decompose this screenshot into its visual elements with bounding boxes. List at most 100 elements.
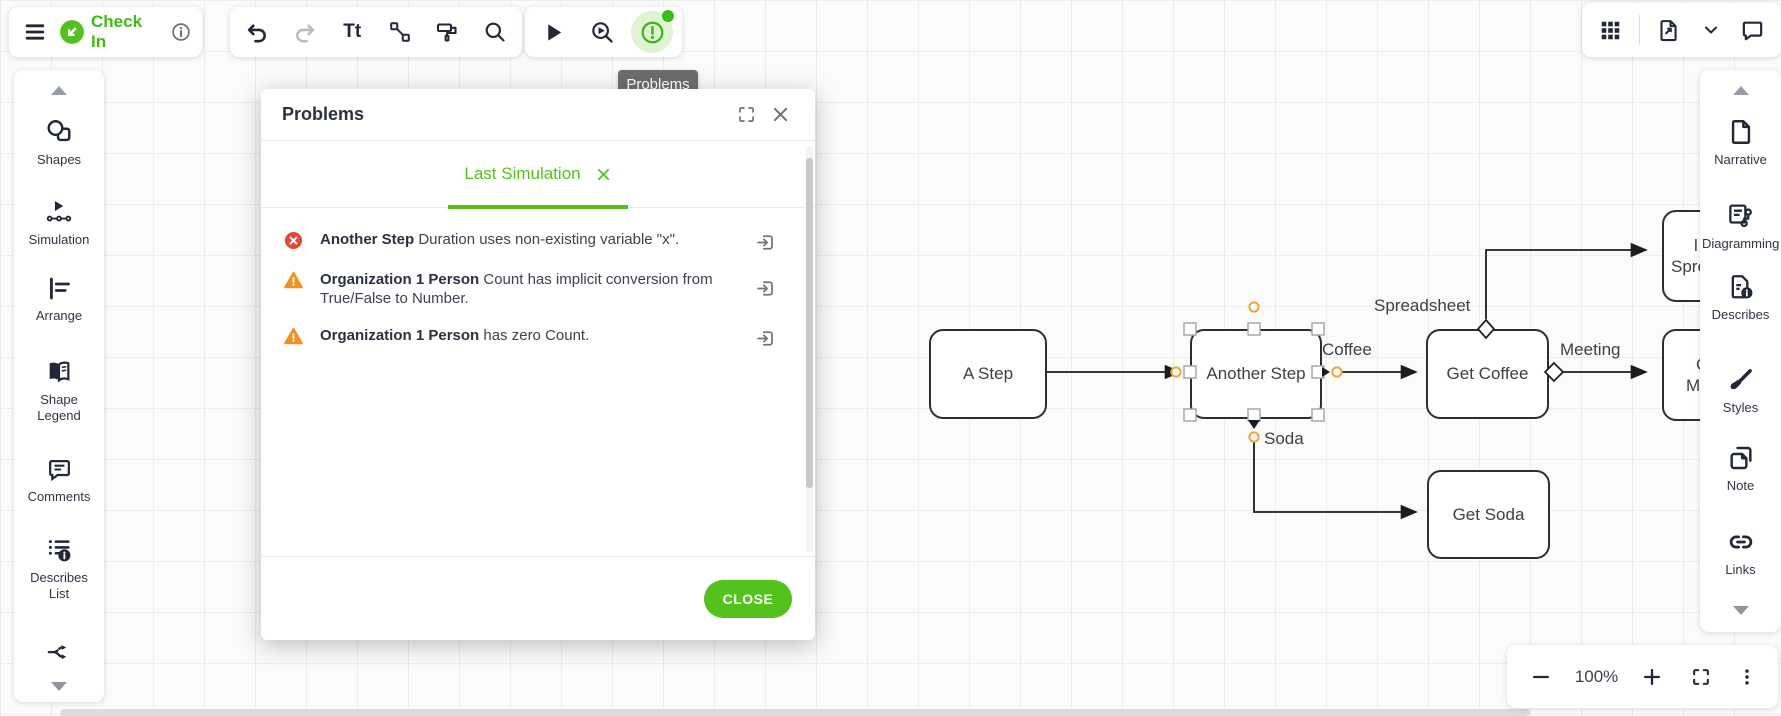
- sidebar-item-label: Arrange: [36, 308, 82, 324]
- problems-list: Another Step Duration uses non-existing …: [261, 208, 815, 556]
- sidebar-item-label: Shapes: [37, 152, 81, 168]
- zoom-in-button[interactable]: [1637, 657, 1667, 697]
- document-export-button[interactable]: [1652, 10, 1686, 50]
- problem-text: Organization 1 Person has zero Count.: [320, 326, 736, 345]
- sidebar-item-note[interactable]: Note: [1700, 444, 1781, 494]
- shape-legend-icon: [45, 358, 73, 386]
- comments-icon: [46, 456, 73, 483]
- main-menu-button[interactable]: [15, 12, 55, 52]
- dialog-scrollbar[interactable]: [806, 146, 813, 552]
- go-to-problem-button[interactable]: [753, 326, 777, 350]
- dialog-close-icon[interactable]: [763, 98, 797, 132]
- sidebar-item-label: Describes: [1712, 307, 1770, 323]
- sidebar-item-label: Diagramming: [1700, 236, 1781, 252]
- sidebar-scroll-up[interactable]: [14, 86, 104, 95]
- sidebar-item-label: Narrative: [1714, 152, 1767, 168]
- sidebar-item-narrative[interactable]: Narrative: [1700, 118, 1781, 168]
- sidebar-item-styles[interactable]: Styles: [1700, 366, 1781, 416]
- sidebar-item-label: Simulation: [29, 232, 90, 248]
- close-button[interactable]: CLOSE: [704, 580, 792, 618]
- review-simulation-button[interactable]: [583, 12, 623, 52]
- dialog-tab-bar: Last Simulation: [261, 141, 815, 208]
- sidebar-scroll-down[interactable]: [1700, 606, 1781, 615]
- search-button[interactable]: [475, 12, 515, 52]
- problems-dialog: Problems Last Simulation Another Step Du…: [261, 89, 815, 640]
- dialog-expand-button[interactable]: [729, 98, 763, 132]
- tab-last-simulation[interactable]: Last Simulation: [464, 141, 611, 207]
- dialog-header: Problems: [261, 89, 815, 141]
- sidebar-item-label: Describes List: [27, 570, 91, 602]
- flow-branch-icon: [46, 638, 73, 665]
- sidebar-item-label: Note: [1727, 478, 1754, 494]
- warning-icon: [284, 327, 303, 346]
- info-icon[interactable]: [166, 12, 196, 52]
- text-tool-button[interactable]: Tt: [332, 12, 372, 52]
- links-icon: [1727, 528, 1755, 556]
- sidebar-item-arrange[interactable]: Arrange: [14, 275, 104, 324]
- sidebar-item-label: Links: [1725, 562, 1755, 578]
- shapes-icon: [45, 118, 73, 146]
- arrange-icon: [46, 275, 73, 302]
- warning-icon: [284, 271, 303, 290]
- problem-text: Another Step Duration uses non-existing …: [320, 230, 736, 249]
- left-sidebar: Shapes Simulation Arrange Shape Legend C…: [14, 70, 104, 702]
- sidebar-item-label: Comments: [28, 489, 91, 505]
- toolbar-edit: Tt: [230, 7, 522, 57]
- sidebar-item-describes-list[interactable]: Describes List: [14, 536, 104, 602]
- sidebar-scroll-down[interactable]: [14, 682, 104, 691]
- sidebar-item-shapes[interactable]: Shapes: [14, 118, 104, 168]
- sidebar-item-shape-legend[interactable]: Shape Legend: [14, 358, 104, 424]
- zoom-out-button[interactable]: [1526, 657, 1556, 697]
- check-in-label[interactable]: Check In: [89, 12, 166, 52]
- problem-row[interactable]: Another Step Duration uses non-existing …: [261, 224, 815, 260]
- tab-label: Last Simulation: [464, 164, 580, 184]
- dialog-scrollbar-thumb[interactable]: [806, 158, 813, 488]
- dialog-title: Problems: [282, 104, 729, 125]
- sidebar-item-comments[interactable]: Comments: [14, 456, 104, 505]
- describes-list-icon: [45, 536, 73, 564]
- problems-button[interactable]: [631, 11, 673, 53]
- sidebar-item-links[interactable]: Links: [1700, 528, 1781, 578]
- sidebar-item-label: Styles: [1723, 400, 1758, 416]
- zoom-controls: 100%: [1507, 645, 1778, 708]
- chevron-up-icon: [51, 86, 67, 95]
- sidebar-item-describes[interactable]: Describes: [1700, 273, 1781, 323]
- tab-close-icon[interactable]: [595, 166, 612, 183]
- sidebar-item-simulation[interactable]: Simulation: [14, 198, 104, 248]
- connector-tool-button[interactable]: [380, 12, 420, 52]
- sidebar-item-diagramming[interactable]: Diagramming: [1700, 201, 1781, 252]
- describes-icon: [1727, 273, 1755, 301]
- go-to-problem-button[interactable]: [753, 276, 777, 300]
- sidebar-scroll-up[interactable]: [1700, 86, 1781, 95]
- run-simulation-button[interactable]: [534, 12, 574, 52]
- apps-grid-button[interactable]: [1594, 10, 1628, 50]
- redo-button[interactable]: [285, 12, 325, 52]
- simulation-icon: [45, 198, 73, 226]
- right-sidebar: Narrative Diagramming Describes Styles N…: [1700, 70, 1781, 632]
- problem-text: Organization 1 Person Count has implicit…: [320, 270, 736, 308]
- more-options-button[interactable]: [1735, 657, 1759, 697]
- toolbar-simulation: [525, 7, 682, 57]
- undo-button[interactable]: [237, 12, 277, 52]
- text-tool-glyph: Tt: [343, 21, 361, 43]
- diagramming-icon: [1726, 201, 1755, 230]
- zoom-level[interactable]: 100%: [1575, 667, 1618, 687]
- chevron-down-icon: [51, 682, 67, 691]
- format-painter-button[interactable]: [427, 12, 467, 52]
- comments-panel-button[interactable]: [1735, 10, 1769, 50]
- document-dropdown-chevron-icon[interactable]: [1698, 10, 1724, 50]
- check-in-status-icon: [55, 12, 89, 52]
- go-to-problem-button[interactable]: [753, 230, 777, 254]
- sidebar-item-label: Shape Legend: [31, 392, 87, 424]
- chevron-up-icon: [1733, 86, 1749, 95]
- sidebar-item-flow-branch[interactable]: [14, 638, 104, 665]
- fit-screen-button[interactable]: [1686, 657, 1716, 697]
- toolbar-apps: [1582, 3, 1781, 57]
- problem-row[interactable]: Organization 1 Person has zero Count.: [261, 320, 815, 356]
- narrative-icon: [1727, 118, 1755, 146]
- chevron-down-icon: [1733, 606, 1749, 615]
- styles-icon: [1727, 366, 1755, 394]
- toolbar-divider: [1639, 15, 1640, 45]
- error-icon: [284, 231, 303, 250]
- problem-row[interactable]: Organization 1 Person Count has implicit…: [261, 264, 815, 314]
